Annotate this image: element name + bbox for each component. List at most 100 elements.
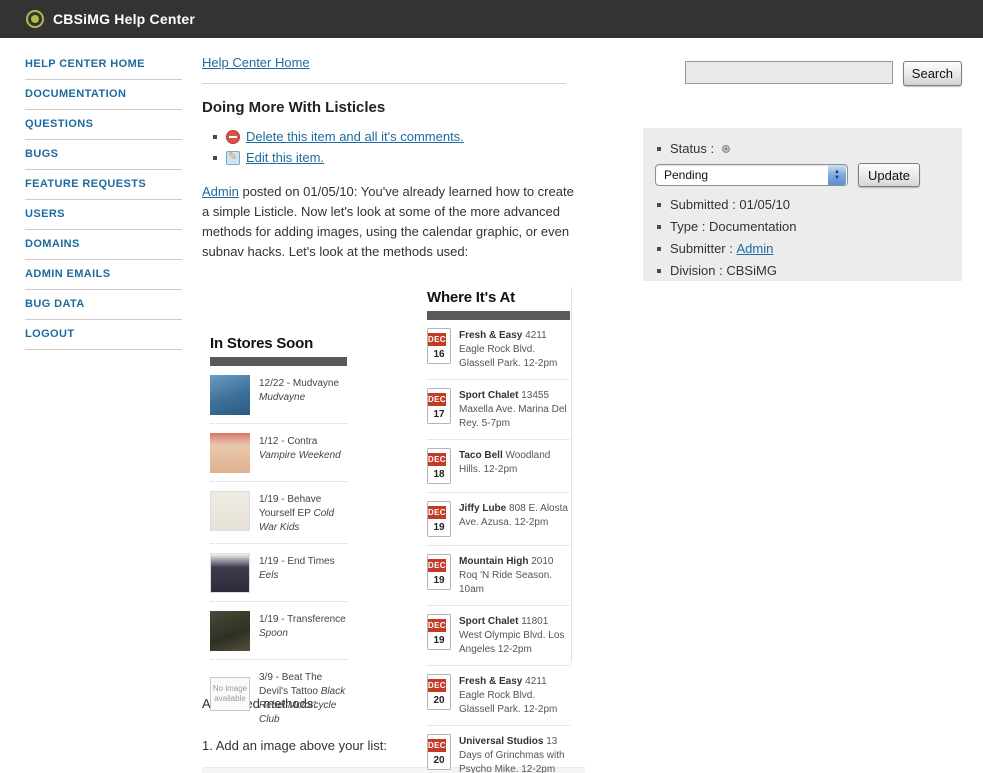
events-list-title: Where It's At	[427, 289, 570, 306]
page: CBSiMG Help Center HELP CENTER HOME DOCU…	[0, 0, 983, 773]
calendar-icon: DEC 19	[427, 501, 451, 537]
store-row: 1/19 - Transference Spoon	[210, 602, 347, 660]
store-text: 1/19 - Transference Spoon	[259, 611, 347, 651]
update-button[interactable]: Update	[858, 163, 920, 187]
store-text: 1/19 - End Times Eels	[259, 553, 347, 593]
calendar-month: DEC	[428, 739, 446, 752]
no-image-placeholder: No image available	[210, 677, 250, 711]
spoon-album-art	[210, 611, 250, 651]
calendar-day: 20	[428, 693, 450, 709]
store-text: 12/22 - Mudvayne Mudvayne	[259, 375, 347, 415]
calendar-icon: DEC 20	[427, 734, 451, 770]
calendar-icon: DEC 18	[427, 448, 451, 484]
type-value: Documentation	[709, 219, 796, 234]
sidebar-item-bugs[interactable]: BUGS	[25, 140, 182, 170]
submitted-row: Submitted : 01/05/10	[655, 197, 950, 212]
event-row: DEC 19 Mountain High 2010 Roq 'N Ride Se…	[427, 546, 570, 606]
status-select-row: Pending ▲▼ Update	[655, 163, 950, 187]
sidebar-item-users[interactable]: USERS	[25, 200, 182, 230]
event-row: DEC 16 Fresh & Easy 4211 Eagle Rock Blvd…	[427, 320, 570, 380]
store-row: 1/19 - End Times Eels	[210, 544, 347, 602]
status-label: Status :	[670, 141, 714, 156]
bullet-icon	[657, 203, 661, 207]
calendar-month: DEC	[428, 559, 446, 572]
bullet-icon	[213, 156, 217, 160]
division-value: CBSiMG	[726, 263, 777, 278]
event-text: Sport Chalet 13455 Maxella Ave. Marina D…	[459, 388, 570, 431]
sidebar-item-logout[interactable]: LOGOUT	[25, 320, 182, 350]
calendar-day: 19	[428, 520, 450, 536]
submitter-row: Submitter : Admin	[655, 241, 950, 256]
event-text: Mountain High 2010 Roq 'N Ride Season. 1…	[459, 554, 570, 597]
sidebar-item-bug-data[interactable]: BUG DATA	[25, 290, 182, 320]
sidebar-item-domains[interactable]: DOMAINS	[25, 230, 182, 260]
calendar-icon: DEC 19	[427, 554, 451, 590]
events-list: Where It's At DEC 16 Fresh & Easy 4211 E…	[427, 289, 570, 773]
event-row: DEC 19 Sport Chalet 11801 West Olympic B…	[427, 606, 570, 666]
mudvayne-album-art	[210, 375, 250, 415]
stores-heading-bar	[210, 357, 347, 366]
submitted-label: Submitted :	[670, 197, 736, 212]
post-text: posted on 01/05/10: You've already learn…	[202, 184, 574, 259]
breadcrumb: Help Center Home	[202, 55, 586, 70]
submitter-label: Submitter :	[670, 241, 733, 256]
bullet-icon	[657, 247, 661, 251]
event-row: DEC 20 Universal Studios 13 Days of Grin…	[427, 726, 570, 773]
eels-album-art	[210, 553, 250, 593]
store-row: 1/19 - Behave Yourself EP Cold War Kids	[210, 482, 347, 544]
events-heading-bar	[427, 311, 570, 320]
calendar-icon: DEC 17	[427, 388, 451, 424]
event-row: DEC 18 Taco Bell Woodland Hills. 12-2pm	[427, 440, 570, 493]
division-label: Division :	[670, 263, 723, 278]
submitted-value: 01/05/10	[739, 197, 790, 212]
division-row: Division : CBSiMG	[655, 263, 950, 278]
sidebar-item-questions[interactable]: QUESTIONS	[25, 110, 182, 140]
store-text: 3/9 - Beat The Devil's Tattoo Black Rebe…	[259, 669, 347, 727]
app-header: CBSiMG Help Center	[0, 0, 983, 38]
bullet-icon	[657, 147, 661, 151]
calendar-month: DEC	[428, 506, 446, 519]
event-text: Universal Studios 13 Days of Grinchmas w…	[459, 734, 570, 773]
sidebar-item-help-center-home[interactable]: HELP CENTER HOME	[25, 50, 182, 80]
bullet-icon	[657, 269, 661, 273]
vampire-weekend-album-art	[210, 433, 250, 473]
select-stepper-icon: ▲▼	[828, 165, 846, 185]
submitter-link[interactable]: Admin	[736, 241, 773, 256]
event-row: DEC 20 Fresh & Easy 4211 Eagle Rock Blvd…	[427, 666, 570, 726]
search-area: Search	[685, 61, 962, 86]
event-text: Sport Chalet 11801 West Olympic Blvd. Lo…	[459, 614, 570, 657]
calendar-day: 16	[428, 347, 450, 363]
main-content: Help Center Home Doing More With Listicl…	[202, 55, 586, 773]
calendar-month: DEC	[428, 453, 446, 466]
sidebar-item-admin-emails[interactable]: ADMIN EMAILS	[25, 260, 182, 290]
store-row: 1/12 - Contra Vampire Weekend	[210, 424, 347, 482]
store-row: 12/22 - Mudvayne Mudvayne	[210, 366, 347, 424]
store-text: 1/19 - Behave Yourself EP Cold War Kids	[259, 491, 347, 535]
app-title: CBSiMG Help Center	[53, 11, 195, 27]
status-select[interactable]: Pending ▲▼	[655, 164, 848, 186]
author-link[interactable]: Admin	[202, 184, 239, 199]
store-row: No image available 3/9 - Beat The Devil'…	[210, 660, 347, 735]
delete-icon	[226, 130, 240, 144]
calendar-month: DEC	[428, 679, 446, 692]
stores-list: In Stores Soon 12/22 - Mudvayne Mudvayne…	[210, 335, 347, 735]
event-row: DEC 19 Jiffy Lube 808 E. Alosta Ave. Azu…	[427, 493, 570, 546]
calendar-icon: DEC 19	[427, 614, 451, 650]
breadcrumb-home-link[interactable]: Help Center Home	[202, 55, 310, 70]
stores-list-title: In Stores Soon	[210, 335, 347, 352]
sidebar-nav: HELP CENTER HOME DOCUMENTATION QUESTIONS…	[25, 50, 182, 350]
sidebar-item-documentation[interactable]: DOCUMENTATION	[25, 80, 182, 110]
calendar-day: 17	[428, 407, 450, 423]
delete-item-link[interactable]: Delete this item and all it's comments.	[246, 129, 464, 144]
edit-item-link[interactable]: Edit this item.	[246, 150, 324, 165]
item-actions: Delete this item and all it's comments. …	[202, 129, 586, 165]
status-row: Status :	[655, 141, 950, 156]
search-button[interactable]: Search	[903, 61, 962, 86]
sidebar-item-feature-requests[interactable]: FEATURE REQUESTS	[25, 170, 182, 200]
calendar-month: DEC	[428, 619, 446, 632]
search-input[interactable]	[685, 61, 893, 84]
calendar-month: DEC	[428, 333, 446, 346]
event-row: DEC 17 Sport Chalet 13455 Maxella Ave. M…	[427, 380, 570, 440]
cbs-eye-logo-icon	[26, 10, 44, 28]
page-title: Doing More With Listicles	[202, 99, 586, 116]
